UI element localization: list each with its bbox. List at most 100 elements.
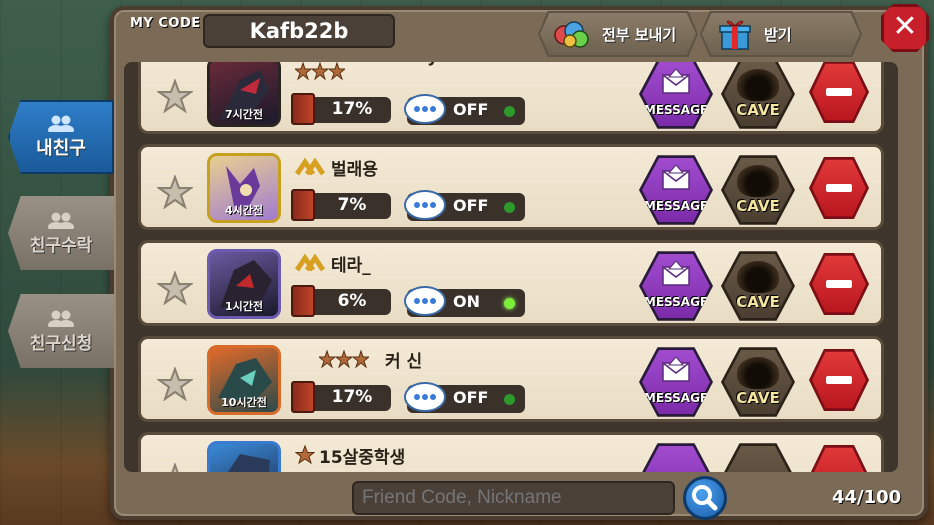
chat-bubble-icon xyxy=(404,382,446,412)
cave-button[interactable]: CAVE xyxy=(721,155,795,225)
cave-button[interactable]: CAVE xyxy=(721,347,795,417)
remove-friend-button[interactable] xyxy=(809,156,869,220)
receive-button[interactable]: 받기 xyxy=(700,11,862,57)
toggle-status: OFF xyxy=(453,196,489,215)
message-label: MESSAGE xyxy=(643,295,709,309)
friend-row: 1시간전 테라_ 6% ON MESSAGE CAVE xyxy=(138,240,884,326)
cave-icon xyxy=(737,261,779,293)
friend-row: 15살중학생 xyxy=(138,432,884,472)
cave-label: CAVE xyxy=(736,389,780,407)
progress-percent: 17% xyxy=(331,99,373,119)
envelope-icon xyxy=(662,357,690,382)
tab-my-friends[interactable]: 내친구 xyxy=(8,100,114,174)
envelope-icon xyxy=(662,261,690,286)
book-icon xyxy=(291,381,315,413)
message-button[interactable]: MESSAGE xyxy=(639,155,713,225)
rank-badge xyxy=(295,251,325,275)
progress-box: 6% xyxy=(291,285,391,317)
people-icon xyxy=(48,212,74,229)
friend-list[interactable]: 7시간전 lovely 17% OFF MESSAGE CAVE xyxy=(124,62,898,472)
message-button[interactable]: MESSAGE xyxy=(639,347,713,417)
send-all-label: 전부 보내기 xyxy=(602,25,677,44)
progress-box: 17% xyxy=(291,381,391,413)
tab-label: 친구수락 xyxy=(29,235,93,256)
message-button[interactable]: MESSAGE xyxy=(639,251,713,321)
cave-label: CAVE xyxy=(736,197,780,215)
notification-toggle[interactable]: ON xyxy=(404,286,525,317)
friend-count: 44/100 xyxy=(832,487,902,508)
close-icon: ✕ xyxy=(892,9,918,44)
remove-friend-button[interactable] xyxy=(809,444,869,472)
friend-name: 벌래용 xyxy=(331,160,378,180)
cave-button[interactable]: CAVE xyxy=(721,62,795,129)
favorite-star-icon[interactable] xyxy=(157,367,193,401)
favorite-star-icon[interactable] xyxy=(157,463,193,472)
avatar: 10시간전 xyxy=(207,345,281,415)
close-button[interactable]: ✕ xyxy=(881,4,929,52)
notification-toggle[interactable]: OFF xyxy=(404,94,525,125)
search-icon xyxy=(692,485,718,511)
avatar: 1시간전 xyxy=(207,249,281,319)
minus-icon xyxy=(826,184,852,192)
notification-toggle[interactable]: OFF xyxy=(404,190,525,221)
friend-name: 15살중학생 xyxy=(319,448,406,468)
message-label: MESSAGE xyxy=(643,391,709,405)
message-button[interactable]: MESSAGE xyxy=(639,62,713,129)
avatar: 7시간전 xyxy=(207,62,281,127)
last-seen: 4시간전 xyxy=(224,204,263,217)
cave-label: CAVE xyxy=(736,293,780,311)
envelope-icon xyxy=(662,165,690,190)
cave-button[interactable]: CAVE xyxy=(721,251,795,321)
friend-row: 10시간전 커 신 17% OFF MESSAGE CAVE xyxy=(138,336,884,422)
gift-box-icon xyxy=(719,20,751,50)
tab-label: 친구신청 xyxy=(29,333,93,354)
envelope-icon xyxy=(662,69,690,94)
message-button[interactable] xyxy=(639,443,713,472)
favorite-star-icon[interactable] xyxy=(157,79,193,113)
book-icon xyxy=(291,189,315,221)
search-button[interactable] xyxy=(683,476,727,520)
progress-percent: 7% xyxy=(337,195,367,215)
cave-label: CAVE xyxy=(736,101,780,119)
friend-row: 4시간전 벌래용 7% OFF MESSAGE CAVE xyxy=(138,144,884,230)
chat-bubble-icon xyxy=(404,94,446,124)
friend-name: 커 신 xyxy=(385,352,423,372)
last-seen: 1시간전 xyxy=(224,300,263,313)
last-seen: 10시간전 xyxy=(221,396,267,409)
gold-chevron-icon xyxy=(295,253,325,272)
book-icon xyxy=(291,285,315,317)
message-label: MESSAGE xyxy=(643,199,709,213)
progress-percent: 6% xyxy=(337,291,367,311)
search-input[interactable] xyxy=(352,481,675,515)
single-star-icon xyxy=(295,445,315,465)
send-all-button[interactable]: 전부 보내기 xyxy=(538,11,698,57)
remove-friend-button[interactable] xyxy=(809,252,869,316)
tab-friend-accept[interactable]: 친구수락 xyxy=(8,196,114,270)
minus-icon xyxy=(826,280,852,288)
cave-button[interactable] xyxy=(721,443,795,472)
book-icon xyxy=(291,93,315,125)
favorite-star-icon[interactable] xyxy=(157,175,193,209)
chat-bubble-icon xyxy=(404,190,446,220)
friend-row: 7시간전 lovely 17% OFF MESSAGE CAVE xyxy=(138,62,884,134)
toggle-status: OFF xyxy=(453,388,489,407)
toggle-status: ON xyxy=(453,292,480,311)
notification-toggle[interactable]: OFF xyxy=(404,382,525,413)
gold-chevron-icon xyxy=(295,157,325,176)
status-dot xyxy=(504,202,515,213)
gifts-icon xyxy=(554,21,589,48)
status-dot xyxy=(504,298,515,309)
rank-badge xyxy=(295,155,325,179)
cave-icon xyxy=(737,357,779,389)
tab-friend-request[interactable]: 친구신청 xyxy=(8,294,114,368)
remove-friend-button[interactable] xyxy=(809,62,869,124)
my-code-value: Kafb22b xyxy=(203,14,395,48)
avatar xyxy=(207,441,281,472)
people-icon xyxy=(48,115,74,132)
minus-icon xyxy=(826,376,852,384)
message-label: MESSAGE xyxy=(643,103,709,117)
friend-name: 테라_ xyxy=(331,256,371,276)
people-icon xyxy=(48,310,74,327)
favorite-star-icon[interactable] xyxy=(157,271,193,305)
remove-friend-button[interactable] xyxy=(809,348,869,412)
